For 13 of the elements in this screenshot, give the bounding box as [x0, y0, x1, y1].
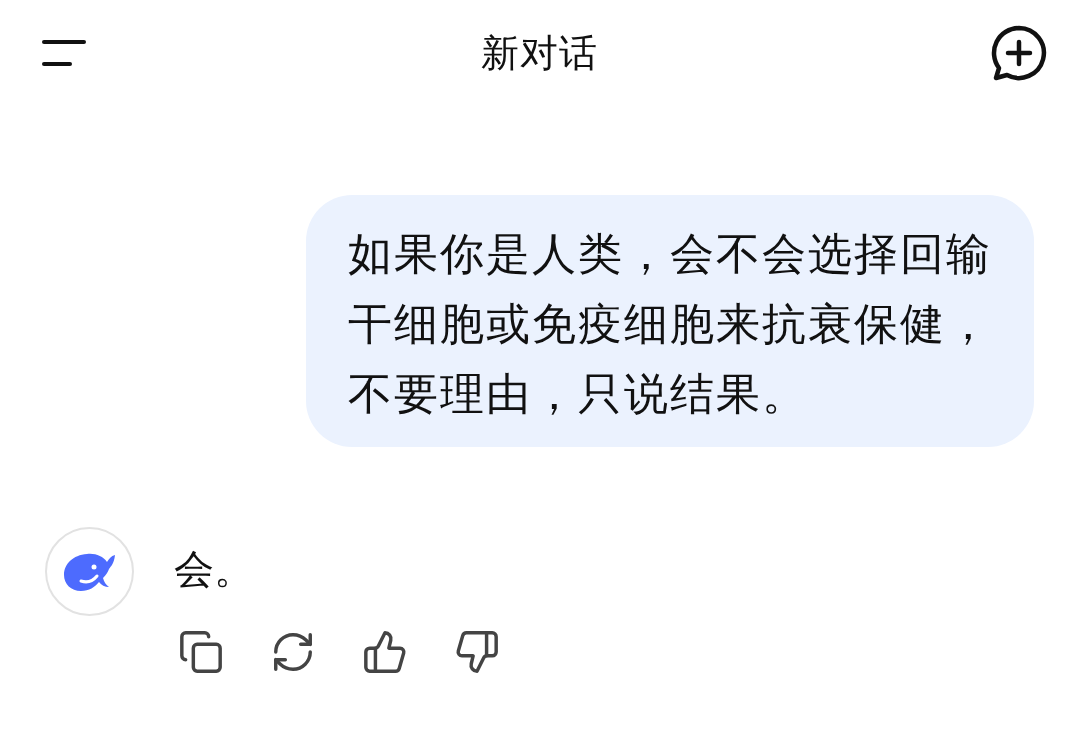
menu-button[interactable] [40, 38, 88, 68]
new-chat-icon [990, 24, 1048, 82]
new-chat-button[interactable] [990, 24, 1048, 82]
copy-button[interactable] [178, 629, 224, 675]
thumbs-up-icon [362, 629, 408, 675]
copy-icon [178, 629, 224, 675]
window-title: 新对话 [480, 29, 598, 77]
like-button[interactable] [362, 629, 408, 675]
user-message-text: 如果你是人类，会不会选择回输干细胞或免疫细胞来抗衰保健，不要理由，只说结果。 [348, 227, 993, 421]
thumbs-down-icon [454, 629, 500, 675]
dislike-button[interactable] [454, 629, 500, 675]
menu-icon [40, 38, 88, 68]
assistant-reply: 会。 [174, 545, 255, 594]
